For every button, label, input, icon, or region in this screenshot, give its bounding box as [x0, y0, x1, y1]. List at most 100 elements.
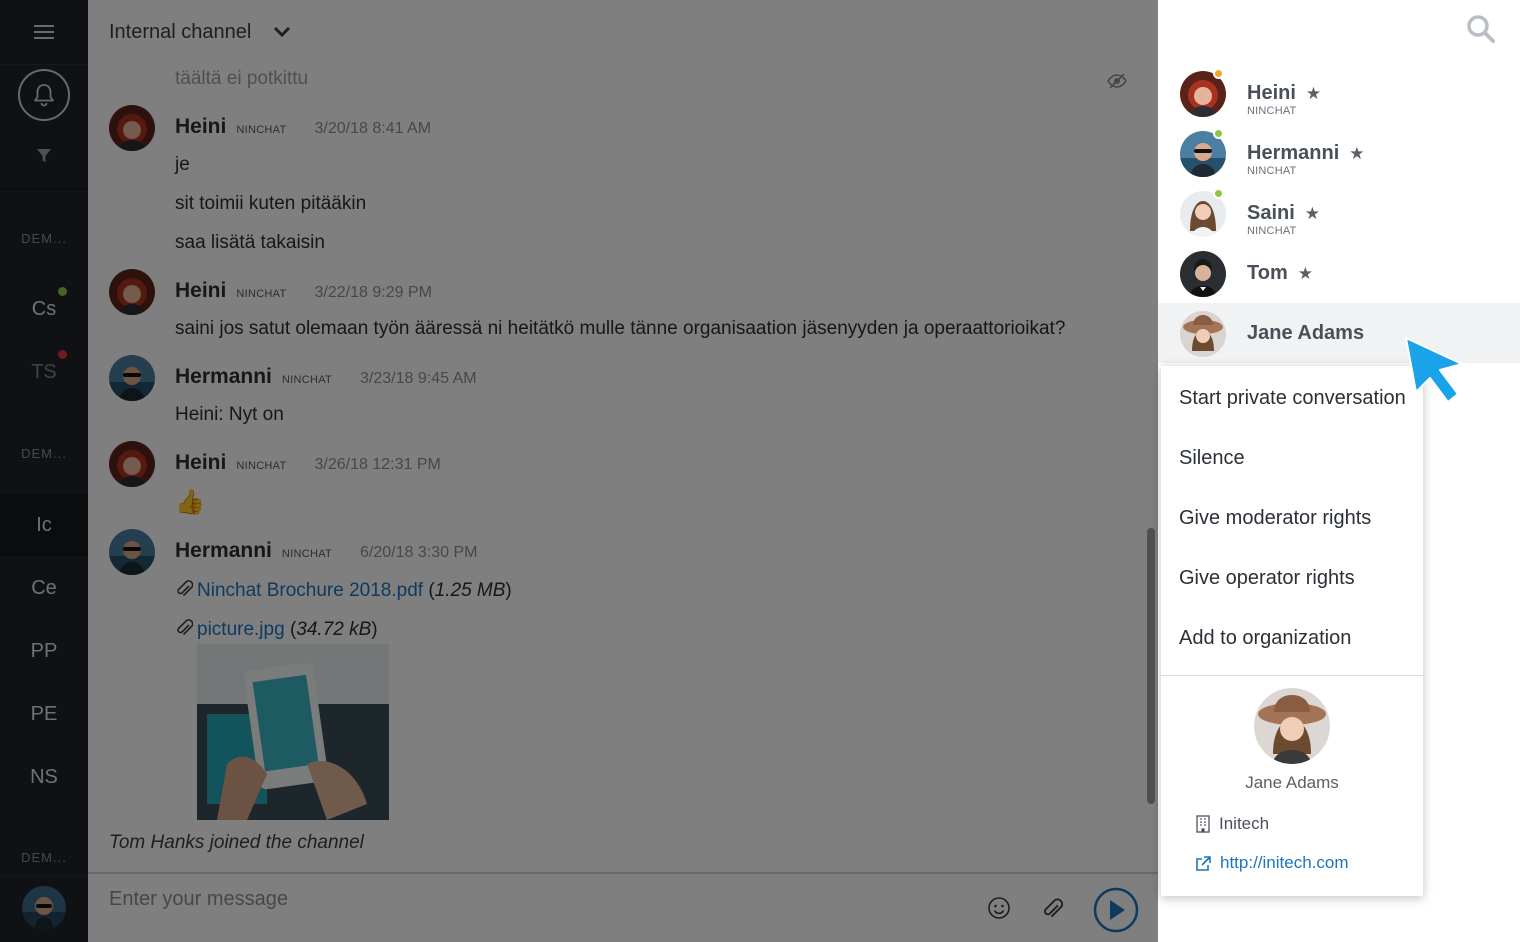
image-preview[interactable]	[197, 644, 389, 820]
join-notice: Tom Hanks joined the channel	[109, 832, 364, 853]
member-item[interactable]: Saini ★ NINCHAT	[1158, 183, 1520, 243]
member-name: Tom	[1247, 262, 1288, 284]
divider	[0, 876, 88, 877]
attach-icon[interactable]	[1041, 896, 1063, 922]
member-name: Jane Adams	[1247, 322, 1365, 344]
star-icon[interactable]: ★	[1349, 144, 1364, 163]
attachment: Ninchat Brochure 2018.pdf (1.25 MB)	[175, 578, 512, 602]
sidebar-item-ts[interactable]: TS	[0, 341, 88, 403]
member-item[interactable]: Tom ★	[1158, 243, 1520, 303]
sender-name[interactable]: Hermanni	[175, 365, 272, 389]
channel-title: Internal channel	[109, 20, 252, 43]
give-moderator-rights-item[interactable]: Give moderator rights	[1161, 488, 1423, 548]
star-icon[interactable]: ★	[1298, 264, 1313, 283]
message-text: Heini: Nyt on	[175, 404, 284, 425]
chevron-down-icon[interactable]	[273, 26, 291, 38]
message-text: sit toimii kuten pitääkin	[175, 193, 367, 214]
hamburger-icon	[34, 25, 54, 39]
organization-link[interactable]: http://initech.com	[1220, 853, 1349, 873]
filter-icon[interactable]	[36, 148, 52, 164]
bell-icon	[34, 84, 54, 107]
member-org: NINCHAT	[1247, 165, 1297, 177]
avatar[interactable]	[109, 441, 155, 487]
eye-off-icon[interactable]	[1106, 70, 1128, 92]
attachment-link[interactable]: picture.jpg	[197, 619, 285, 640]
sidebar-item-ic[interactable]: Ic	[0, 494, 88, 556]
member-name-row: Heini ★	[1247, 82, 1321, 105]
message-header: Hermanni NINCHAT 6/20/18 3:30 PM	[175, 539, 477, 563]
avatar[interactable]	[109, 529, 155, 575]
sidebar-item-label: NS	[30, 765, 58, 788]
message-composer[interactable]: Enter your message	[88, 872, 1158, 942]
add-to-organization-item[interactable]: Add to organization	[1161, 608, 1423, 668]
divider	[0, 188, 88, 190]
status-indicator	[1213, 128, 1224, 139]
sender-org: NINCHAT	[281, 374, 333, 386]
sidebar-item-cs[interactable]: Cs	[0, 278, 88, 340]
member-org: NINCHAT	[1247, 225, 1297, 237]
member-item[interactable]: Heini ★ NINCHAT	[1158, 63, 1520, 123]
message-time: 3/22/18 9:29 PM	[314, 284, 432, 301]
star-icon[interactable]: ★	[1305, 204, 1320, 223]
sidebar-item-ns[interactable]: NS	[0, 746, 88, 808]
message-time: 3/26/18 12:31 PM	[314, 456, 441, 473]
start-private-conversation-item[interactable]: Start private conversation	[1161, 368, 1423, 428]
member-name-row: Saini ★	[1247, 202, 1320, 225]
message-header: Heini NINCHAT 3/26/18 12:31 PM	[175, 451, 441, 475]
avatar[interactable]	[109, 355, 155, 401]
profile-name: Jane Adams	[1245, 773, 1339, 792]
silence-item[interactable]: Silence	[1161, 428, 1423, 488]
unread-indicator	[58, 350, 67, 359]
left-sidebar: DEM... Cs TS DEM... Ic Ce PP PE NS DEM..…	[0, 0, 88, 942]
sender-name[interactable]: Heini	[175, 115, 226, 139]
menu-button[interactable]	[0, 0, 88, 64]
file-size: 34.72 kB	[296, 619, 372, 640]
file-size: 1.25 MB	[434, 580, 506, 601]
message-input[interactable]: Enter your message	[109, 888, 288, 911]
sender-name[interactable]: Heini	[175, 279, 226, 303]
member-name: Heini	[1247, 82, 1296, 104]
message-text: saini jos satut olemaan työn ääressä ni …	[175, 318, 1066, 339]
sidebar-item-label: TS	[31, 360, 57, 383]
member-context-menu: Start private conversation Silence Give …	[1161, 366, 1423, 896]
member-name: Hermanni	[1247, 142, 1340, 164]
member-name-row: Hermanni ★	[1247, 142, 1365, 165]
sender-org: NINCHAT	[236, 460, 287, 472]
cursor-arrow-icon	[1405, 337, 1463, 403]
message-text: je	[175, 154, 190, 175]
message-header: Heini NINCHAT 3/22/18 9:29 PM	[175, 279, 432, 303]
member-org: NINCHAT	[1247, 105, 1297, 117]
user-avatar[interactable]	[22, 886, 66, 930]
message-time: 6/20/18 3:30 PM	[360, 544, 478, 561]
system-notice: täältä ei potkittu	[175, 68, 309, 89]
attachment-link[interactable]: Ninchat Brochure 2018.pdf	[197, 580, 423, 601]
sender-name[interactable]: Hermanni	[175, 539, 272, 563]
section-label: DEM...	[21, 850, 67, 865]
scrollbar[interactable]	[1147, 528, 1155, 804]
sidebar-item-pp[interactable]: PP	[0, 620, 88, 682]
star-icon[interactable]: ★	[1306, 84, 1321, 103]
avatar	[1180, 311, 1226, 357]
sender-name[interactable]: Heini	[175, 451, 226, 475]
notifications-button[interactable]	[18, 69, 70, 121]
search-icon[interactable]	[1466, 14, 1496, 44]
sidebar-item-pe[interactable]: PE	[0, 683, 88, 745]
chat-area: Internal channel täältä ei potkittu Hein…	[88, 0, 1158, 942]
avatar[interactable]	[109, 105, 155, 151]
send-button[interactable]	[1093, 887, 1139, 933]
sender-org: NINCHAT	[281, 548, 333, 560]
emoji-icon[interactable]	[987, 896, 1011, 920]
member-item[interactable]: Hermanni ★ NINCHAT	[1158, 123, 1520, 183]
status-indicator	[1213, 68, 1224, 79]
message-text: saa lisätä takaisin	[175, 232, 325, 253]
channel-header[interactable]: Internal channel	[88, 0, 1158, 64]
message-header: Hermanni NINCHAT 3/23/18 9:45 AM	[175, 365, 477, 389]
message-time: 3/20/18 8:41 AM	[314, 120, 432, 137]
member-name-row: Jane Adams	[1247, 322, 1364, 345]
avatar[interactable]	[109, 269, 155, 315]
give-operator-rights-item[interactable]: Give operator rights	[1161, 548, 1423, 608]
avatar	[1180, 251, 1226, 297]
profile-organization: Initech	[1195, 814, 1269, 834]
profile-avatar	[1254, 688, 1330, 764]
sidebar-item-ce[interactable]: Ce	[0, 557, 88, 619]
